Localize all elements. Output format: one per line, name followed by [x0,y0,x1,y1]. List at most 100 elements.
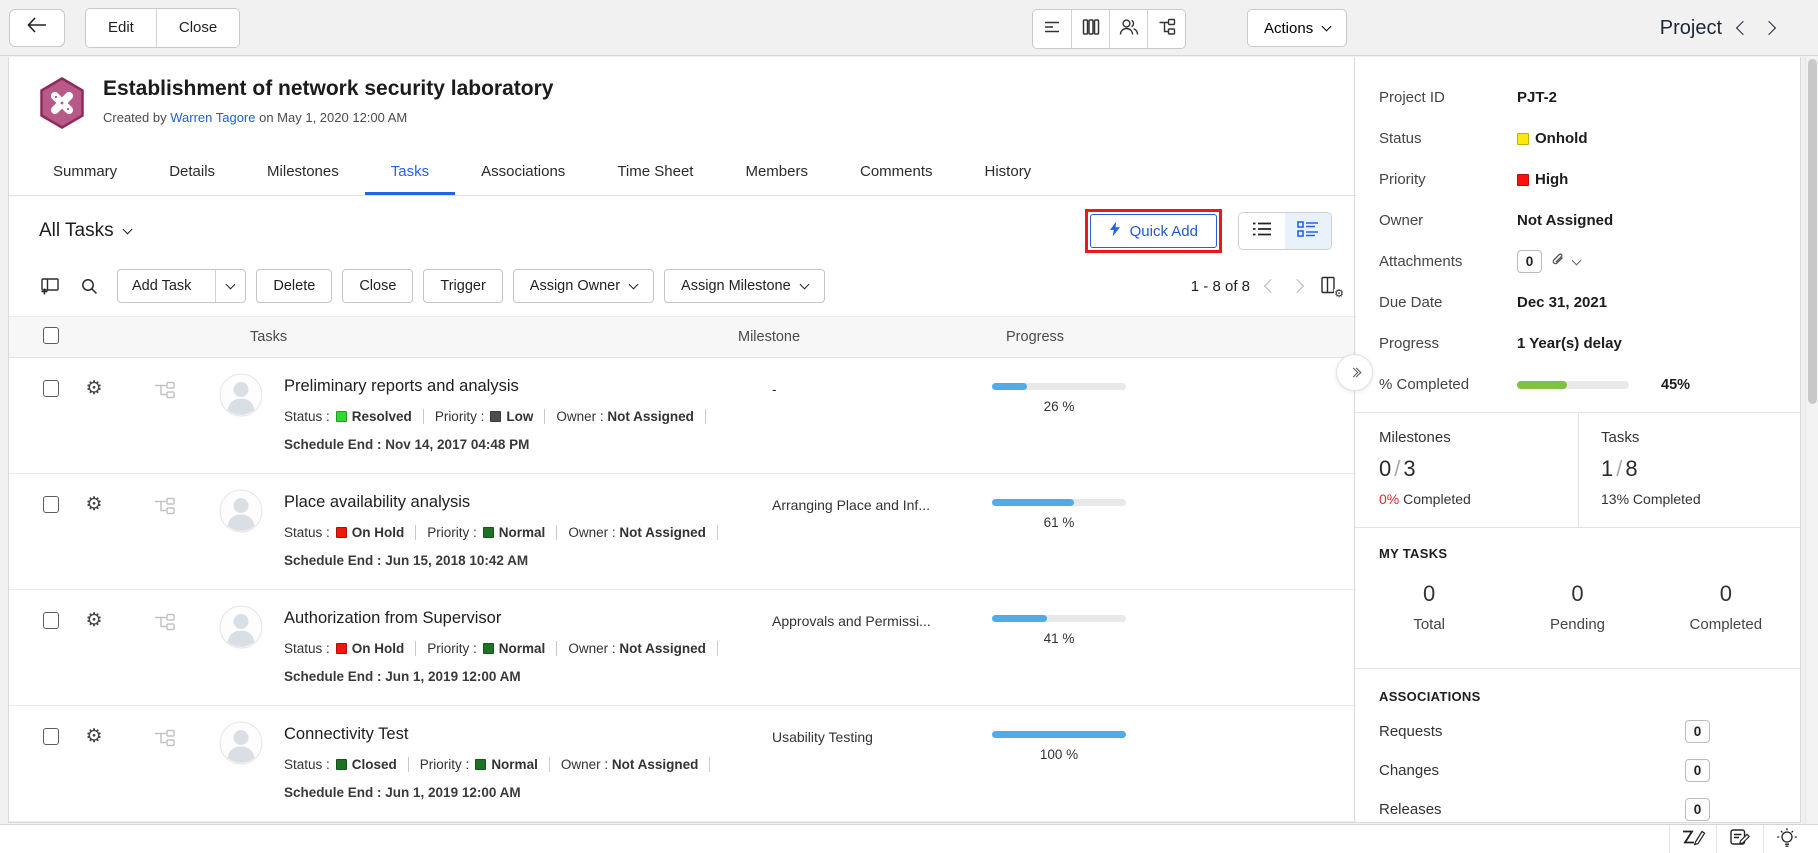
tab-history[interactable]: History [959,150,1058,195]
divider [709,757,710,772]
subtask-tree-icon[interactable] [127,358,202,473]
assign-owner-dropdown[interactable]: Assign Owner [513,269,654,303]
slash: / [1391,456,1403,481]
scrollbar-thumb[interactable] [1808,59,1817,404]
my-tasks-completed[interactable]: 0 Completed [1652,581,1800,633]
gear-icon[interactable]: ⚙ [61,358,127,473]
field-due-date: Due Date Dec 31, 2021 [1379,282,1780,323]
close-task-button[interactable]: Close [342,269,413,303]
tab-comments[interactable]: Comments [834,150,959,195]
column-header-progress[interactable]: Progress [958,329,1356,345]
suggestions-button[interactable] [1763,825,1810,853]
table-header: Tasks Milestone Progress [9,316,1356,358]
milestones-card[interactable]: Milestones 0/3 0% Completed [1355,413,1578,527]
select-all-checkbox[interactable] [43,327,59,344]
tab-members[interactable]: Members [719,150,834,195]
association-label: Releases [1379,801,1442,818]
tab-time-sheet[interactable]: Time Sheet [591,150,719,195]
summary-view-button[interactable] [1033,10,1071,48]
progress-cell: 61 % [992,474,1356,589]
add-task-button[interactable]: Add Task [117,269,246,303]
subtask-tree-icon[interactable] [127,706,202,821]
avatar [202,590,284,705]
subtask-tree-icon[interactable] [127,590,202,705]
members-view-button[interactable] [1109,10,1147,48]
tab-details[interactable]: Details [143,150,241,195]
status-label: Status : [284,409,330,424]
delete-button[interactable]: Delete [256,269,332,303]
next-page-icon[interactable] [1292,281,1302,291]
task-title-link[interactable]: Preliminary reports and analysis [284,377,772,396]
tab-tasks[interactable]: Tasks [365,150,455,195]
search-icon[interactable] [79,276,99,296]
association-count-badge: 0 [1685,759,1710,782]
row-checkbox[interactable] [43,612,59,629]
previous-project-icon[interactable] [1736,21,1750,35]
previous-page-icon[interactable] [1266,281,1276,291]
back-button[interactable] [9,9,65,47]
tab-summary[interactable]: Summary [27,150,143,195]
task-title-link[interactable]: Authorization from Supervisor [284,609,772,628]
kanban-view-button[interactable] [1071,10,1109,48]
list-icon [1251,220,1273,243]
priority-label: Priority : [427,641,477,656]
subtask-tree-icon[interactable] [127,474,202,589]
chevron-down-icon [122,225,132,235]
zia-assistant-button[interactable] [1669,825,1716,853]
author-link[interactable]: Warren Tagore [170,110,255,125]
task-meta: Status : Closed Priority : Normal Owner … [284,757,772,772]
assign-milestone-dropdown[interactable]: Assign Milestone [664,269,825,303]
association-requests[interactable]: Requests 0 [1355,712,1800,751]
paperclip-icon [1549,251,1566,272]
associations-header: ASSOCIATIONS [1355,689,1800,704]
gear-icon[interactable]: ⚙ [61,706,127,821]
edit-button[interactable]: Edit [86,9,156,47]
tab-associations[interactable]: Associations [455,150,591,195]
completed-progress-bar [1517,381,1629,389]
column-header-tasks[interactable]: Tasks [250,329,738,345]
collapse-sidebar-button[interactable] [1336,354,1373,391]
divider [423,409,424,424]
associations-section: ASSOCIATIONS Requests 0 Changes 0 Releas… [1355,669,1800,829]
gear-icon[interactable]: ⚙ [61,474,127,589]
row-checkbox[interactable] [43,496,59,513]
actions-dropdown[interactable]: Actions [1247,9,1347,47]
my-tasks-pending[interactable]: 0 Pending [1503,581,1651,633]
task-filter-dropdown[interactable]: All Tasks [39,220,131,242]
row-checkbox[interactable] [43,728,59,745]
field-value: PJT-2 [1517,89,1557,106]
trigger-button[interactable]: Trigger [423,269,502,303]
priority-color-square [475,759,486,770]
next-project-icon[interactable] [1762,21,1776,35]
schedule-end-value: Jun 1, 2019 12:00 AM [385,785,520,800]
stat-label: Completed [1652,616,1800,633]
add-column-table-icon[interactable] [39,276,61,296]
attachments-control[interactable]: 0 [1517,250,1580,273]
quick-add-button[interactable]: Quick Add [1090,214,1217,248]
detail-list-view-button[interactable] [1285,213,1331,249]
my-tasks-total[interactable]: 0 Total [1355,581,1503,633]
gear-icon[interactable]: ⚙ [61,590,127,705]
priority-value: Normal [491,757,538,772]
tab-milestones[interactable]: Milestones [241,150,365,195]
association-changes[interactable]: Changes 0 [1355,751,1800,790]
hierarchy-view-button[interactable] [1147,10,1185,48]
columns-icon [1081,17,1101,42]
quick-add-highlight-box: Quick Add [1085,209,1222,253]
plain-list-view-button[interactable] [1239,213,1285,249]
add-task-dropdown[interactable] [215,270,245,302]
close-button[interactable]: Close [156,9,239,47]
column-header-milestone[interactable]: Milestone [738,329,958,345]
my-tasks-section: MY TASKS 0 Total 0 Pending 0 Completed [1355,528,1800,668]
back-arrow-icon [26,16,48,39]
row-checkbox[interactable] [43,380,59,397]
feedback-button[interactable] [1716,825,1763,853]
priority-color-square [483,527,494,538]
milestone-cell: Approvals and Permissi... [772,590,992,705]
tasks-percent: 13% [1601,491,1629,507]
task-title-link[interactable]: Place availability analysis [284,493,772,512]
column-settings-icon[interactable]: ⚙ [1318,275,1340,297]
tasks-card[interactable]: Tasks 1/8 13% Completed [1578,413,1800,527]
created-line: Created by Warren Tagore on May 1, 2020 … [103,110,553,125]
task-title-link[interactable]: Connectivity Test [284,725,772,744]
